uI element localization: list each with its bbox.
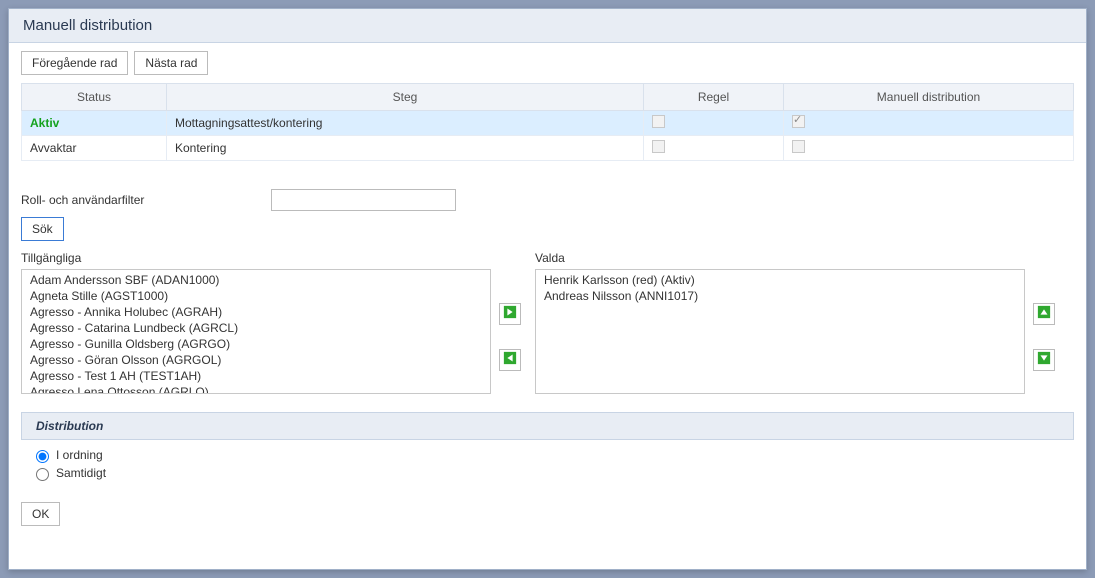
move-down-button[interactable] xyxy=(1033,349,1055,371)
checkbox-icon xyxy=(792,115,805,128)
list-item[interactable]: Agneta Stille (AGST1000) xyxy=(22,288,490,304)
checkbox-icon xyxy=(652,115,665,128)
move-left-button[interactable] xyxy=(499,349,521,371)
cell-rule xyxy=(644,136,784,161)
manual-distribution-dialog: Manuell distribution Föregående rad Näst… xyxy=(8,8,1087,570)
prev-row-button[interactable]: Föregående rad xyxy=(21,51,128,75)
checkbox-icon xyxy=(652,140,665,153)
table-header-row: Status Steg Regel Manuell distribution xyxy=(22,84,1074,111)
arrow-down-icon xyxy=(1037,351,1051,368)
list-item[interactable]: Agresso - Test 1 AH (TEST1AH) xyxy=(22,368,490,384)
list-item[interactable]: Adam Andersson SBF (ADAN1000) xyxy=(22,272,490,288)
arrow-right-icon xyxy=(503,305,517,322)
cell-mandist xyxy=(784,111,1074,136)
radio-simul[interactable] xyxy=(36,468,49,481)
filter-label: Roll- och användarfilter xyxy=(21,193,259,207)
distribution-radios: I ordning Samtidigt xyxy=(21,440,1074,488)
list-item[interactable]: Agresso - Annika Holubec (AGRAH) xyxy=(22,304,490,320)
search-button[interactable]: Sök xyxy=(21,217,64,241)
available-listbox[interactable]: Adam Andersson SBF (ADAN1000)Agneta Stil… xyxy=(21,269,491,394)
row-nav: Föregående rad Nästa rad xyxy=(21,51,1074,75)
col-mandist: Manuell distribution xyxy=(784,84,1074,111)
col-status: Status xyxy=(22,84,167,111)
col-rule: Regel xyxy=(644,84,784,111)
checkbox-icon xyxy=(792,140,805,153)
radio-order[interactable] xyxy=(36,450,49,463)
move-right-button[interactable] xyxy=(499,303,521,325)
dialog-body: Föregående rad Nästa rad Status Steg Reg… xyxy=(9,43,1086,569)
move-up-button[interactable] xyxy=(1033,303,1055,325)
list-item[interactable]: Agresso - Göran Olsson (AGRGOL) xyxy=(22,352,490,368)
list-item[interactable]: Agresso - Gunilla Oldsberg (AGRGO) xyxy=(22,336,490,352)
next-row-button[interactable]: Nästa rad xyxy=(134,51,208,75)
table-row[interactable]: AvvaktarKontering xyxy=(22,136,1074,161)
steps-table: Status Steg Regel Manuell distribution A… xyxy=(21,83,1074,161)
cell-status: Avvaktar xyxy=(22,136,167,161)
list-item[interactable]: Andreas Nilsson (ANNI1017) xyxy=(536,288,1024,304)
cell-step: Kontering xyxy=(167,136,644,161)
radio-order-text: I ordning xyxy=(56,446,103,464)
filter-row: Roll- och användarfilter xyxy=(21,189,1074,211)
list-item[interactable]: Henrik Karlsson (red) (Aktiv) xyxy=(536,272,1024,288)
selected-listbox[interactable]: Henrik Karlsson (red) (Aktiv)Andreas Nil… xyxy=(535,269,1025,394)
selected-title: Valda xyxy=(535,251,1025,265)
radio-simul-label[interactable]: Samtidigt xyxy=(31,464,1064,482)
cell-step: Mottagningsattest/kontering xyxy=(167,111,644,136)
cell-status: Aktiv xyxy=(22,111,167,136)
radio-simul-text: Samtidigt xyxy=(56,464,106,482)
distribution-section-header: Distribution xyxy=(21,412,1074,440)
radio-order-label[interactable]: I ordning xyxy=(31,446,1064,464)
col-step: Steg xyxy=(167,84,644,111)
list-item[interactable]: Agresso Lena Ottosson (AGRLO) xyxy=(22,384,490,394)
cell-mandist xyxy=(784,136,1074,161)
list-item[interactable]: Agresso - Catarina Lundbeck (AGRCL) xyxy=(22,320,490,336)
cell-rule xyxy=(644,111,784,136)
available-title: Tillgängliga xyxy=(21,251,491,265)
ok-button[interactable]: OK xyxy=(21,502,60,526)
arrow-left-icon xyxy=(503,351,517,368)
arrow-up-icon xyxy=(1037,305,1051,322)
table-row[interactable]: AktivMottagningsattest/kontering xyxy=(22,111,1074,136)
dialog-title: Manuell distribution xyxy=(9,9,1086,43)
filter-input[interactable] xyxy=(271,189,456,211)
dual-list: Tillgängliga Adam Andersson SBF (ADAN100… xyxy=(21,251,1074,394)
